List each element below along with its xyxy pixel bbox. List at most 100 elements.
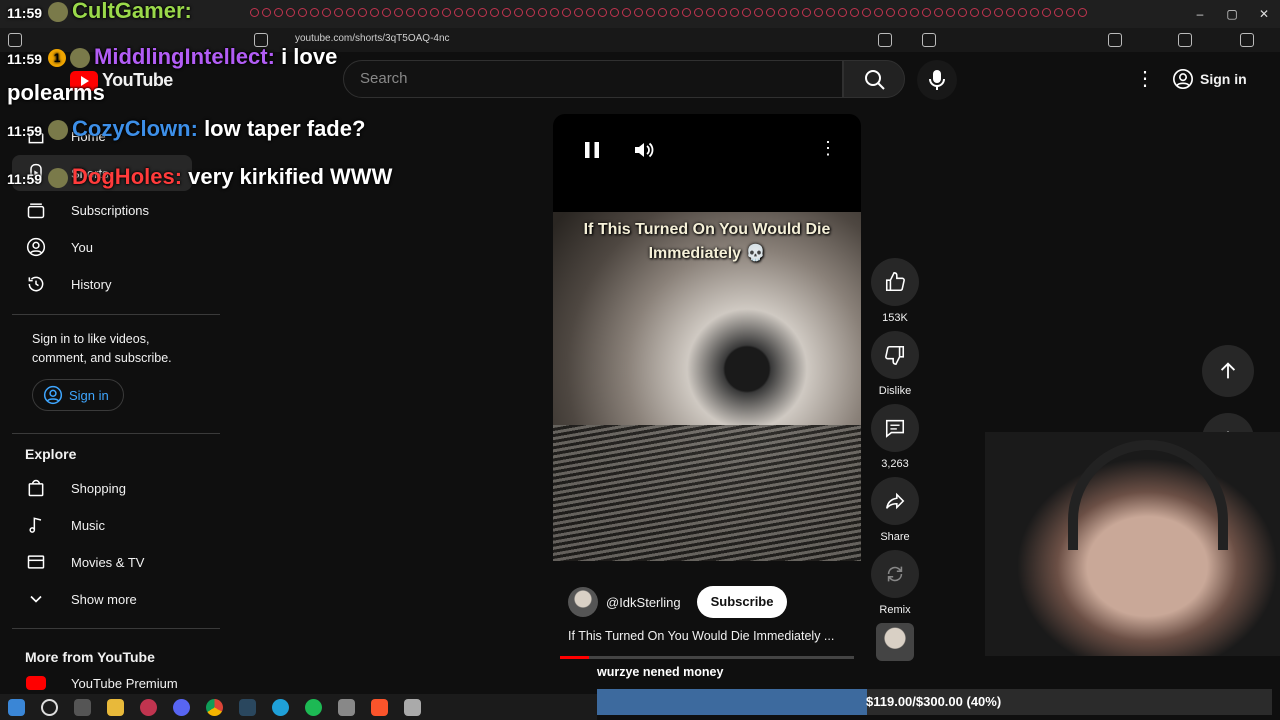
account-icon [43, 385, 63, 405]
channel-avatar[interactable] [568, 587, 598, 617]
thumbs-down-icon [885, 345, 905, 365]
search-icon [865, 70, 885, 90]
maximize-button[interactable]: ▢ [1216, 0, 1248, 28]
channel-row: @IdkSterling Subscribe [568, 586, 788, 618]
menu-icon[interactable] [1240, 33, 1254, 47]
arrow-up-icon [1220, 362, 1236, 379]
task-view-icon[interactable] [74, 698, 91, 716]
chat-text: very kirkified WWW [188, 164, 393, 189]
sidebar-item-subscriptions[interactable]: Subscriptions [0, 192, 220, 228]
sidebar-item-premium[interactable]: YouTube Premium [0, 673, 220, 693]
sidebar: Home Shorts Subscriptions You History Si… [0, 108, 222, 698]
spotify-icon[interactable] [305, 698, 322, 716]
search-taskbar-icon[interactable] [41, 698, 58, 716]
app-icon[interactable] [338, 698, 355, 716]
windows-start-icon[interactable] [8, 698, 25, 716]
chat-username: MiddlingIntellect: [94, 44, 275, 69]
share-icon [885, 492, 905, 510]
remix-button[interactable] [871, 550, 919, 598]
chevron-down-icon [30, 595, 42, 603]
minimize-button[interactable]: – [1184, 0, 1216, 28]
sidebar-item-label: You [71, 239, 93, 255]
player-more-button[interactable]: ⋮ [818, 138, 838, 162]
chat-message: 11:59 CozyClown: low taper fade? [7, 116, 365, 142]
sidebar-show-more[interactable]: Show more [0, 581, 220, 617]
sidebar-item-label: Movies & TV [71, 554, 145, 570]
header-signin-button[interactable]: Sign in [1172, 62, 1247, 96]
voice-search-button[interactable] [917, 60, 957, 100]
sidebar-toggle-icon[interactable] [1178, 33, 1192, 47]
donation-goal-fill [597, 689, 867, 715]
chat-username: CultGamer: [72, 0, 192, 23]
discord-icon[interactable] [173, 698, 190, 716]
settings-more-button[interactable]: ⋮ [1135, 66, 1155, 92]
chat-badge: 1 [48, 49, 67, 68]
dislike-label: Dislike [878, 385, 912, 397]
browser-tab-strip: – ▢ ✕ [0, 0, 1280, 28]
like-button[interactable] [871, 258, 919, 306]
sidebar-item-label: Music [71, 517, 105, 533]
movies-icon [27, 555, 45, 569]
brave-icon[interactable] [371, 698, 388, 716]
sidebar-item-label: Subscriptions [71, 202, 150, 218]
video-caption: If This Turned On You Would Die Immediat… [583, 221, 831, 262]
signin-prompt: Sign in to like videos, comment, and sub… [32, 332, 172, 365]
pause-button[interactable] [580, 138, 604, 162]
cast-icon[interactable] [878, 33, 892, 47]
dislike-action: Dislike [869, 331, 921, 397]
sidebar-item-shopping[interactable]: Shopping [0, 470, 220, 506]
short-title[interactable]: If This Turned On You Would Die Immediat… [568, 629, 848, 643]
more-from-youtube-heading: More from YouTube [25, 649, 155, 665]
chat-text: low taper fade? [204, 116, 366, 141]
thumbs-up-icon [885, 272, 905, 292]
search-input[interactable]: Search [343, 60, 843, 98]
obs-icon[interactable] [140, 698, 157, 716]
pause-icon [585, 142, 599, 158]
chat-time: 11:59 [7, 51, 43, 67]
sound-thumbnail[interactable] [876, 623, 914, 661]
share-action: Share [869, 477, 921, 543]
chat-emote-icon [48, 2, 69, 23]
window-controls: – ▢ ✕ [1184, 0, 1280, 28]
video-progress-fill [560, 656, 590, 659]
volume-icon [635, 142, 654, 158]
share-label: Share [880, 531, 910, 543]
steam-icon[interactable] [239, 698, 256, 716]
sidebar-signin-button[interactable]: Sign in [32, 379, 124, 411]
subscribe-button[interactable]: Subscribe [696, 586, 788, 618]
youtube-premium-icon [26, 676, 46, 690]
sidebar-divider [12, 314, 220, 315]
channel-name[interactable]: @IdkSterling [606, 595, 681, 610]
chrome-icon[interactable] [206, 698, 223, 716]
sidebar-item-history[interactable]: History [0, 266, 220, 302]
file-explorer-icon[interactable] [107, 698, 124, 716]
video-progress-bar[interactable] [560, 656, 854, 659]
volume-button[interactable] [632, 138, 656, 162]
chat-username: CozyClown: [72, 116, 198, 141]
share-button[interactable] [871, 477, 919, 525]
like-action: 153K [869, 258, 921, 324]
chat-message: 11:59 DogHoles: very kirkified WWW [7, 160, 407, 196]
previous-short-button[interactable] [1202, 345, 1254, 397]
microphone-icon [929, 70, 945, 90]
extension-icon[interactable] [1108, 33, 1122, 47]
sidebar-divider [12, 628, 220, 629]
sidebar-item-label: Show more [71, 591, 137, 607]
sidebar-item-you[interactable]: You [0, 229, 220, 265]
chat-message: 11:59 1 MiddlingIntellect: i love polearms [7, 40, 407, 109]
app-icon[interactable] [404, 698, 421, 716]
sidebar-item-music[interactable]: Music [0, 507, 220, 543]
dislike-button[interactable] [871, 331, 919, 379]
browser-tabs[interactable] [250, 8, 1150, 20]
sidebar-signin-label: Sign in [69, 387, 109, 403]
edge-icon[interactable] [272, 698, 289, 716]
comment-count: 3,263 [881, 458, 909, 470]
chat-time: 11:59 [7, 171, 43, 187]
close-window-button[interactable]: ✕ [1248, 0, 1280, 28]
sidebar-item-movies[interactable]: Movies & TV [0, 544, 220, 580]
comments-button[interactable] [871, 404, 919, 452]
search-button[interactable] [843, 60, 905, 98]
share-page-icon[interactable] [922, 33, 936, 47]
sidebar-item-label: History [71, 276, 112, 292]
sidebar-divider [12, 433, 220, 434]
